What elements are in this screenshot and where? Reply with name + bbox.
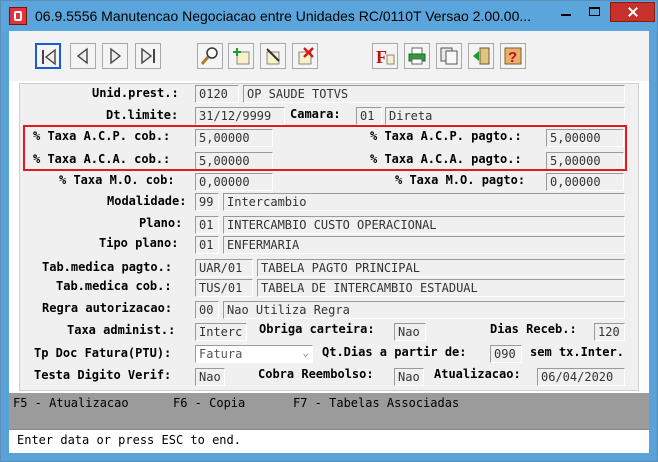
copy-button[interactable] [436,43,462,69]
plano-name-field: INTERCAMBIO CUSTO OPERACIONAL [223,216,625,234]
print-button[interactable] [404,43,430,69]
modalidade-label: Modalidade: [107,194,187,208]
obriga-carteira-label: Obriga carteira: [259,322,375,336]
first-record-icon [42,48,56,66]
edit-icon [266,48,280,65]
cobra-reembolso-label: Cobra Reembolso: [258,367,374,381]
help-button[interactable]: ? [500,43,526,69]
cobra-reembolso-field[interactable]: Nao [394,368,424,386]
tp-doc-fatura-value: Fatura [199,347,243,361]
f5-key-hint[interactable]: F5 - Atualizacao [13,396,129,410]
atualizacao-field: 06/04/2020 [537,368,625,386]
testa-digito-field[interactable]: Nao [195,368,225,386]
taxa-mo-pagto-label: % Taxa M.O. pagto: [395,173,526,187]
f7-key-hint[interactable]: F7 - Tabelas Associadas [293,396,459,410]
unid-prest-label: Unid.prest.: [92,86,179,100]
qt-dias-suffix: sem tx.Inter. [530,345,624,359]
testa-digito-label: Testa Digito Verif: [34,368,172,382]
svg-text:?: ? [508,49,517,66]
add-icon [233,48,250,65]
camara-name-field: Direta [385,107,625,125]
minimize-button[interactable] [552,2,580,22]
taxa-mo-cob-field[interactable]: 0,00000 [195,173,273,191]
svg-text:F: F [376,47,387,66]
next-record-button[interactable] [102,43,128,69]
status-bar: Enter data or press ESC to end. [9,429,649,452]
tipo-plano-code-field[interactable]: 01 [195,236,219,254]
dias-receb-label: Dias Receb.: [490,322,577,336]
filter-button[interactable]: F [372,43,398,69]
highlight-box [23,125,627,171]
title-bar: 06.9.5556 Manutencao Negociacao entre Un… [1,1,657,31]
app-icon [9,7,27,25]
obriga-carteira-field[interactable]: Nao [394,323,426,341]
tipo-plano-name-field: ENFERMARIA [223,236,625,254]
exit-button[interactable] [468,43,494,69]
last-record-button[interactable] [135,43,161,69]
f6-key-hint[interactable]: F6 - Copia [173,396,245,410]
qt-dias-field[interactable]: 090 [490,345,522,363]
plano-label: Plano: [139,216,183,230]
tab-med-cob-label: Tab.medica cob.: [56,279,172,293]
edit-button[interactable] [260,43,286,69]
toolbar: F ? [9,31,649,81]
function-keys-bar: F5 - Atualizacao F6 - Copia F7 - Tabelas… [9,393,649,429]
printer-icon [408,47,426,65]
atualizacao-label: Atualizacao: [434,367,521,381]
tab-med-pagto-code-field[interactable]: UAR/01 [195,259,253,277]
help-question-icon: ? [504,47,522,66]
copy-icon [440,47,458,65]
previous-record-icon [76,47,88,65]
first-record-button[interactable] [35,43,61,69]
next-record-icon [110,47,122,65]
taxa-administ-label: Taxa administ.: [67,323,176,337]
dt-limite-field[interactable]: 31/12/9999 [195,107,285,125]
plano-code-field[interactable]: 01 [195,216,219,234]
status-message: Enter data or press ESC to end. [17,433,241,447]
maximize-button[interactable] [581,2,609,22]
search-button[interactable] [197,43,223,69]
app-window: 06.9.5556 Manutencao Negociacao entre Un… [0,0,658,462]
tab-med-cob-code-field[interactable]: TUS/01 [195,279,253,297]
regra-autorizacao-code-field[interactable]: 00 [195,301,219,319]
unid-prest-code-field[interactable]: 0120 [195,85,239,103]
camara-code-field[interactable]: 01 [356,107,382,125]
unid-prest-name-field: OP SAUDE TOTVS [243,85,625,103]
qt-dias-label: Qt.Dias a partir de: [322,345,467,359]
window-title: 06.9.5556 Manutencao Negociacao entre Un… [35,8,532,24]
dt-limite-label: Dt.limite: [106,108,179,122]
tp-doc-fatura-label: Tp Doc Fatura(PTU): [34,346,172,360]
taxa-mo-pagto-field[interactable]: 0,00000 [546,173,624,191]
tipo-plano-label: Tipo plano: [99,236,179,250]
add-button[interactable] [228,43,254,69]
tp-doc-fatura-select[interactable]: Fatura ⌄ [195,345,313,363]
tab-med-cob-name-field: TABELA DE INTERCAMBIO ESTADUAL [257,279,625,297]
chevron-down-icon: ⌄ [302,346,309,359]
modalidade-name-field: Intercambio [223,193,625,211]
tab-med-pagto-label: Tab.medica pagto.: [42,260,173,274]
delete-icon [298,47,314,65]
tab-med-pagto-name-field: TABELA PAGTO PRINCIPAL [257,259,625,277]
exit-door-icon [473,47,490,65]
last-record-icon [141,47,155,65]
modalidade-code-field[interactable]: 99 [195,193,219,211]
client-area: F ? Unid.prest.: 0120 OP SAUDE TOTVS Dt.… [9,31,649,453]
taxa-mo-cob-label: % Taxa M.O. cob: [59,173,175,187]
regra-autorizacao-label: Regra autorizacao: [42,301,173,315]
camara-label: Camara: [290,107,341,121]
dias-receb-field[interactable]: 120 [594,323,625,341]
search-icon [200,47,218,65]
previous-record-button[interactable] [70,43,96,69]
filter-f-icon: F [376,47,395,66]
close-button[interactable] [610,2,655,22]
taxa-administ-field[interactable]: Interc [195,323,247,341]
delete-button[interactable] [292,43,318,69]
regra-autorizacao-name-field: Nao Utiliza Regra [223,301,625,319]
